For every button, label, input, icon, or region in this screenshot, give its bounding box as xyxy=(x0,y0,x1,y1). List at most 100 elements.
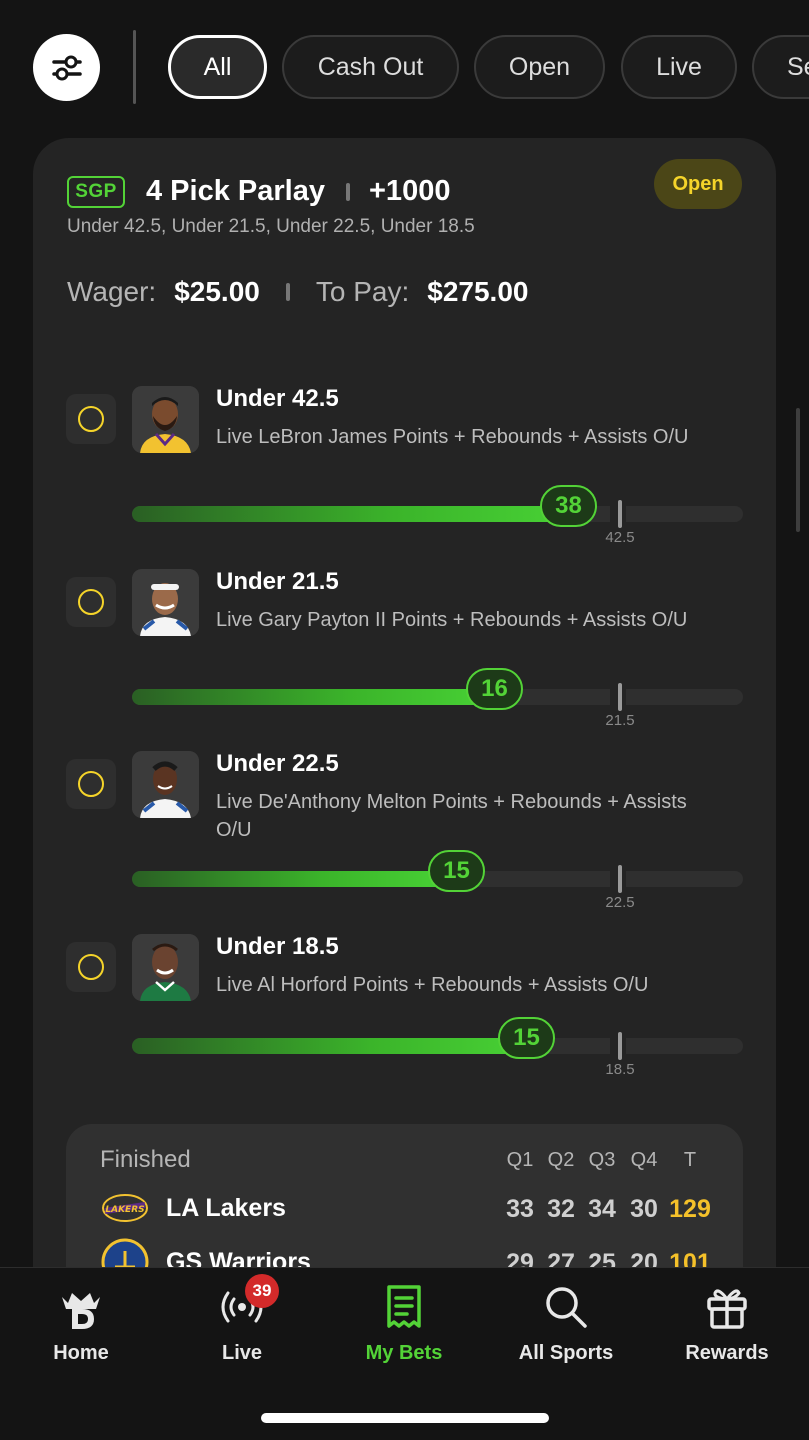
scroll-indicator[interactable] xyxy=(796,408,800,532)
parlay-title: 4 Pick Parlay xyxy=(146,175,325,207)
sliders-icon xyxy=(51,55,82,80)
filter-chip-open[interactable]: Open xyxy=(474,35,605,99)
nav-label: Home xyxy=(53,1342,109,1364)
wager-separator xyxy=(285,283,290,301)
to-pay-value: $275.00 xyxy=(427,276,529,307)
target-marker xyxy=(618,500,622,528)
leg-line: Under 42.5 xyxy=(216,385,339,412)
nav-label: All Sports xyxy=(518,1342,614,1364)
parlay-odds: +1000 xyxy=(369,175,451,207)
home-indicator[interactable] xyxy=(261,1413,549,1423)
current-value-bubble: 38 xyxy=(540,485,597,527)
filter-settings-button[interactable] xyxy=(33,34,100,101)
header-q4: Q4 xyxy=(630,1149,658,1171)
score-q4: 30 xyxy=(630,1195,658,1223)
gift-icon xyxy=(702,1282,752,1332)
filter-chip-live[interactable]: Live xyxy=(621,35,737,99)
filter-chip-cash-out[interactable]: Cash Out xyxy=(282,35,459,99)
to-pay-label: To Pay: xyxy=(315,276,410,307)
target-value-label: 22.5 xyxy=(605,894,635,911)
progress-track: 15 18.5 xyxy=(132,1017,743,1078)
player-avatar xyxy=(132,386,199,453)
nav-home[interactable]: Home xyxy=(1,1282,161,1382)
player-avatar xyxy=(132,569,199,636)
leg-description: Live Gary Payton II Points + Rebounds + … xyxy=(216,609,688,631)
leg-line: Under 18.5 xyxy=(216,933,339,960)
leg-status-icon xyxy=(66,577,116,627)
target-marker xyxy=(618,683,622,711)
progress-track: 15 22.5 xyxy=(132,850,743,911)
leg-item[interactable]: Under 21.5 Live Gary Payton II Points + … xyxy=(33,568,776,749)
leg-item[interactable]: Under 18.5 Live Al Horford Points + Rebo… xyxy=(33,933,776,1114)
header-q1: Q1 xyxy=(506,1149,534,1171)
current-value-bubble: 15 xyxy=(428,850,485,892)
team-name: LA Lakers xyxy=(166,1194,286,1222)
player-avatar xyxy=(132,934,199,1001)
nav-rewards[interactable]: Rewards xyxy=(647,1282,807,1382)
progress-track: 16 21.5 xyxy=(132,668,743,729)
target-value-label: 18.5 xyxy=(605,1061,635,1078)
progress-track: 38 42.5 xyxy=(132,485,743,546)
chip-label: Se xyxy=(787,52,809,81)
current-value-bubble: 15 xyxy=(498,1017,555,1059)
leg-line: Under 22.5 xyxy=(216,750,339,777)
leg-line: Under 21.5 xyxy=(216,568,339,595)
leg-description: Live Al Horford Points + Rebounds + Assi… xyxy=(216,974,649,996)
filter-chip-all[interactable]: All xyxy=(168,35,267,99)
nav-my-bets[interactable]: My Bets xyxy=(324,1282,484,1382)
nav-label: Live xyxy=(221,1342,263,1364)
leg-description: Live De'Anthony Melton Points + Rebounds… xyxy=(216,791,687,841)
lakers-logo-icon: LAKERS xyxy=(100,1190,150,1226)
search-icon xyxy=(541,1282,591,1332)
target-marker xyxy=(618,1032,622,1060)
header-q3: Q3 xyxy=(588,1149,616,1171)
score-q2: 32 xyxy=(547,1195,575,1223)
leg-status-icon xyxy=(66,394,116,444)
target-value-label: 42.5 xyxy=(605,529,635,546)
nav-live[interactable]: 39 Live xyxy=(162,1274,322,1382)
leg-item[interactable]: Under 22.5 Live De'Anthony Melton Points… xyxy=(33,750,776,931)
wager-value: $25.00 xyxy=(174,276,260,307)
filter-bar: All Cash Out Open Live Se xyxy=(0,30,809,104)
filter-divider xyxy=(133,30,136,104)
title-separator xyxy=(346,183,350,201)
header-q2: Q2 xyxy=(547,1149,575,1171)
score-q1: 33 xyxy=(506,1195,534,1223)
leg-description: Live LeBron James Points + Rebounds + As… xyxy=(216,426,689,448)
home-logo-icon xyxy=(56,1282,106,1332)
wager-row: Wager: $25.00 To Pay: $275.00 xyxy=(67,276,528,308)
bet-slip-icon xyxy=(379,1282,429,1332)
target-value-label: 21.5 xyxy=(605,712,635,729)
live-count-badge: 39 xyxy=(245,1274,279,1308)
progress-fill xyxy=(132,506,569,522)
picks-summary: Under 42.5, Under 21.5, Under 22.5, Unde… xyxy=(67,216,475,237)
filter-chip-se[interactable]: Se xyxy=(752,35,809,99)
chip-label: Cash Out xyxy=(317,52,424,81)
bet-card[interactable]: SGP 4 Pick Parlay +1000 Open Under 42.5,… xyxy=(33,138,776,1338)
progress-fill xyxy=(132,689,494,705)
progress-fill xyxy=(132,871,450,887)
live-broadcast-icon: 39 xyxy=(217,1274,279,1332)
nav-label: Rewards xyxy=(685,1342,769,1364)
chip-label: Open xyxy=(508,52,571,81)
nav-all-sports[interactable]: All Sports xyxy=(486,1282,646,1382)
player-avatar xyxy=(132,751,199,818)
current-value-bubble: 16 xyxy=(466,668,523,710)
chip-label: All xyxy=(203,52,232,81)
score-q3: 34 xyxy=(588,1195,616,1223)
leg-item[interactable]: Under 42.5 Live LeBron James Points + Re… xyxy=(33,385,776,566)
target-marker xyxy=(618,865,622,893)
svg-text:LAKERS: LAKERS xyxy=(105,1205,144,1215)
leg-status-icon xyxy=(66,942,116,992)
sgp-tag: SGP xyxy=(67,176,125,208)
status-badge: Open xyxy=(654,159,742,209)
chip-label: Live xyxy=(656,52,702,81)
nav-label: My Bets xyxy=(365,1342,443,1364)
team-row: LAKERS LA Lakers 33 32 34 30 129 xyxy=(66,1190,743,1234)
bottom-nav: Home 39 Live My Bets All Sports Rewards xyxy=(0,1267,809,1440)
header-total: T xyxy=(683,1149,697,1171)
progress-fill xyxy=(132,1038,530,1054)
wager-label: Wager: xyxy=(67,276,157,307)
leg-status-icon xyxy=(66,759,116,809)
game-status: Finished xyxy=(100,1146,191,1173)
